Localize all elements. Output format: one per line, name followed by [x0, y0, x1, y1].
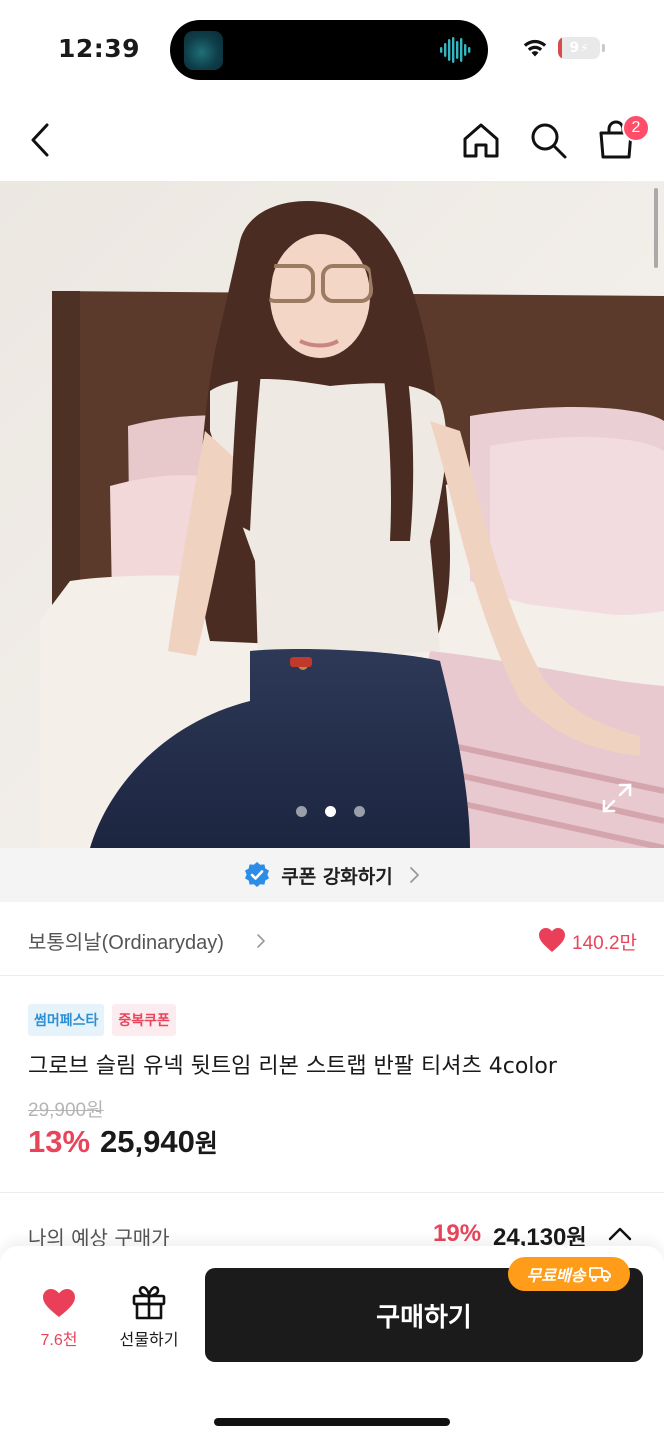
- product-photo: [0, 181, 664, 848]
- truck-icon: [589, 1267, 612, 1282]
- dynamic-island[interactable]: [170, 20, 488, 80]
- original-price: 29,900원: [28, 1100, 104, 1121]
- gift-icon: [132, 1286, 166, 1320]
- wishlist-button[interactable]: 7.6천: [28, 1286, 94, 1354]
- home-icon[interactable]: [461, 120, 501, 160]
- discount-rate: 13%: [28, 1124, 91, 1159]
- product-image-carousel[interactable]: [0, 181, 664, 848]
- chevron-up-icon[interactable]: [608, 1226, 632, 1242]
- carousel-dot[interactable]: [325, 805, 336, 817]
- product-tags: 썸머페스타 중복쿠폰: [28, 1004, 176, 1036]
- double-coupon-tag: 중복쿠폰: [112, 1004, 176, 1036]
- heart-icon: [43, 1289, 75, 1317]
- chevron-right-icon: [409, 867, 419, 883]
- brand-row: 보통의날(Ordinaryday) 140.2만: [0, 902, 664, 976]
- expected-discount-rate: 19%: [433, 1220, 482, 1247]
- sale-price: 25,940원: [100, 1124, 218, 1160]
- summer-festa-tag: 썸머페스타: [28, 1004, 105, 1036]
- coupon-upgrade-label: 쿠폰 강화하기: [281, 865, 393, 888]
- page-scrollbar[interactable]: [654, 188, 658, 268]
- home-indicator[interactable]: [214, 1418, 450, 1426]
- carousel-dots[interactable]: [296, 804, 370, 818]
- audio-waveform-icon: [440, 37, 471, 63]
- chevron-right-icon[interactable]: [256, 933, 266, 949]
- battery-cap: [602, 44, 605, 52]
- coupon-upgrade-banner[interactable]: 쿠폰 강화하기: [0, 848, 664, 902]
- charging-bolt-icon: ⚡: [580, 41, 589, 55]
- verified-check-icon: [245, 862, 270, 887]
- product-title: 그로브 슬림 유넥 뒷트임 리본 스트랩 반팔 티셔츠 4color: [28, 1054, 557, 1079]
- expand-icon[interactable]: [600, 781, 634, 815]
- wifi-icon: [523, 39, 547, 57]
- section-divider: [0, 1192, 664, 1193]
- heart-icon[interactable]: [538, 927, 566, 953]
- free-shipping-label: 무료배송: [526, 1266, 586, 1285]
- battery-level: 9 ⚡: [569, 40, 589, 56]
- wishlist-count: 7.6천: [40, 1332, 78, 1349]
- now-playing-artwork: [184, 31, 223, 70]
- top-nav-bar: [0, 100, 664, 180]
- carousel-dot[interactable]: [296, 805, 307, 817]
- gift-label: 선물하기: [119, 1330, 179, 1349]
- search-icon[interactable]: [528, 120, 568, 160]
- brand-likes-count: 140.2만: [572, 933, 638, 954]
- status-time: 12:39: [58, 34, 141, 63]
- cart-count-badge: 2: [622, 114, 650, 142]
- sale-price-value: 25,940: [100, 1124, 195, 1159]
- battery-indicator: 9 ⚡: [558, 37, 600, 59]
- gift-button[interactable]: 선물하기: [110, 1284, 190, 1354]
- free-shipping-badge: 무료배송: [508, 1257, 630, 1291]
- sale-price-unit: 원: [194, 1129, 218, 1158]
- brand-name-link[interactable]: 보통의날(Ordinaryday): [28, 926, 224, 955]
- chevron-left-icon[interactable]: [22, 120, 62, 160]
- status-bar: 12:39 9 ⚡: [0, 0, 664, 100]
- carousel-dot[interactable]: [354, 805, 365, 817]
